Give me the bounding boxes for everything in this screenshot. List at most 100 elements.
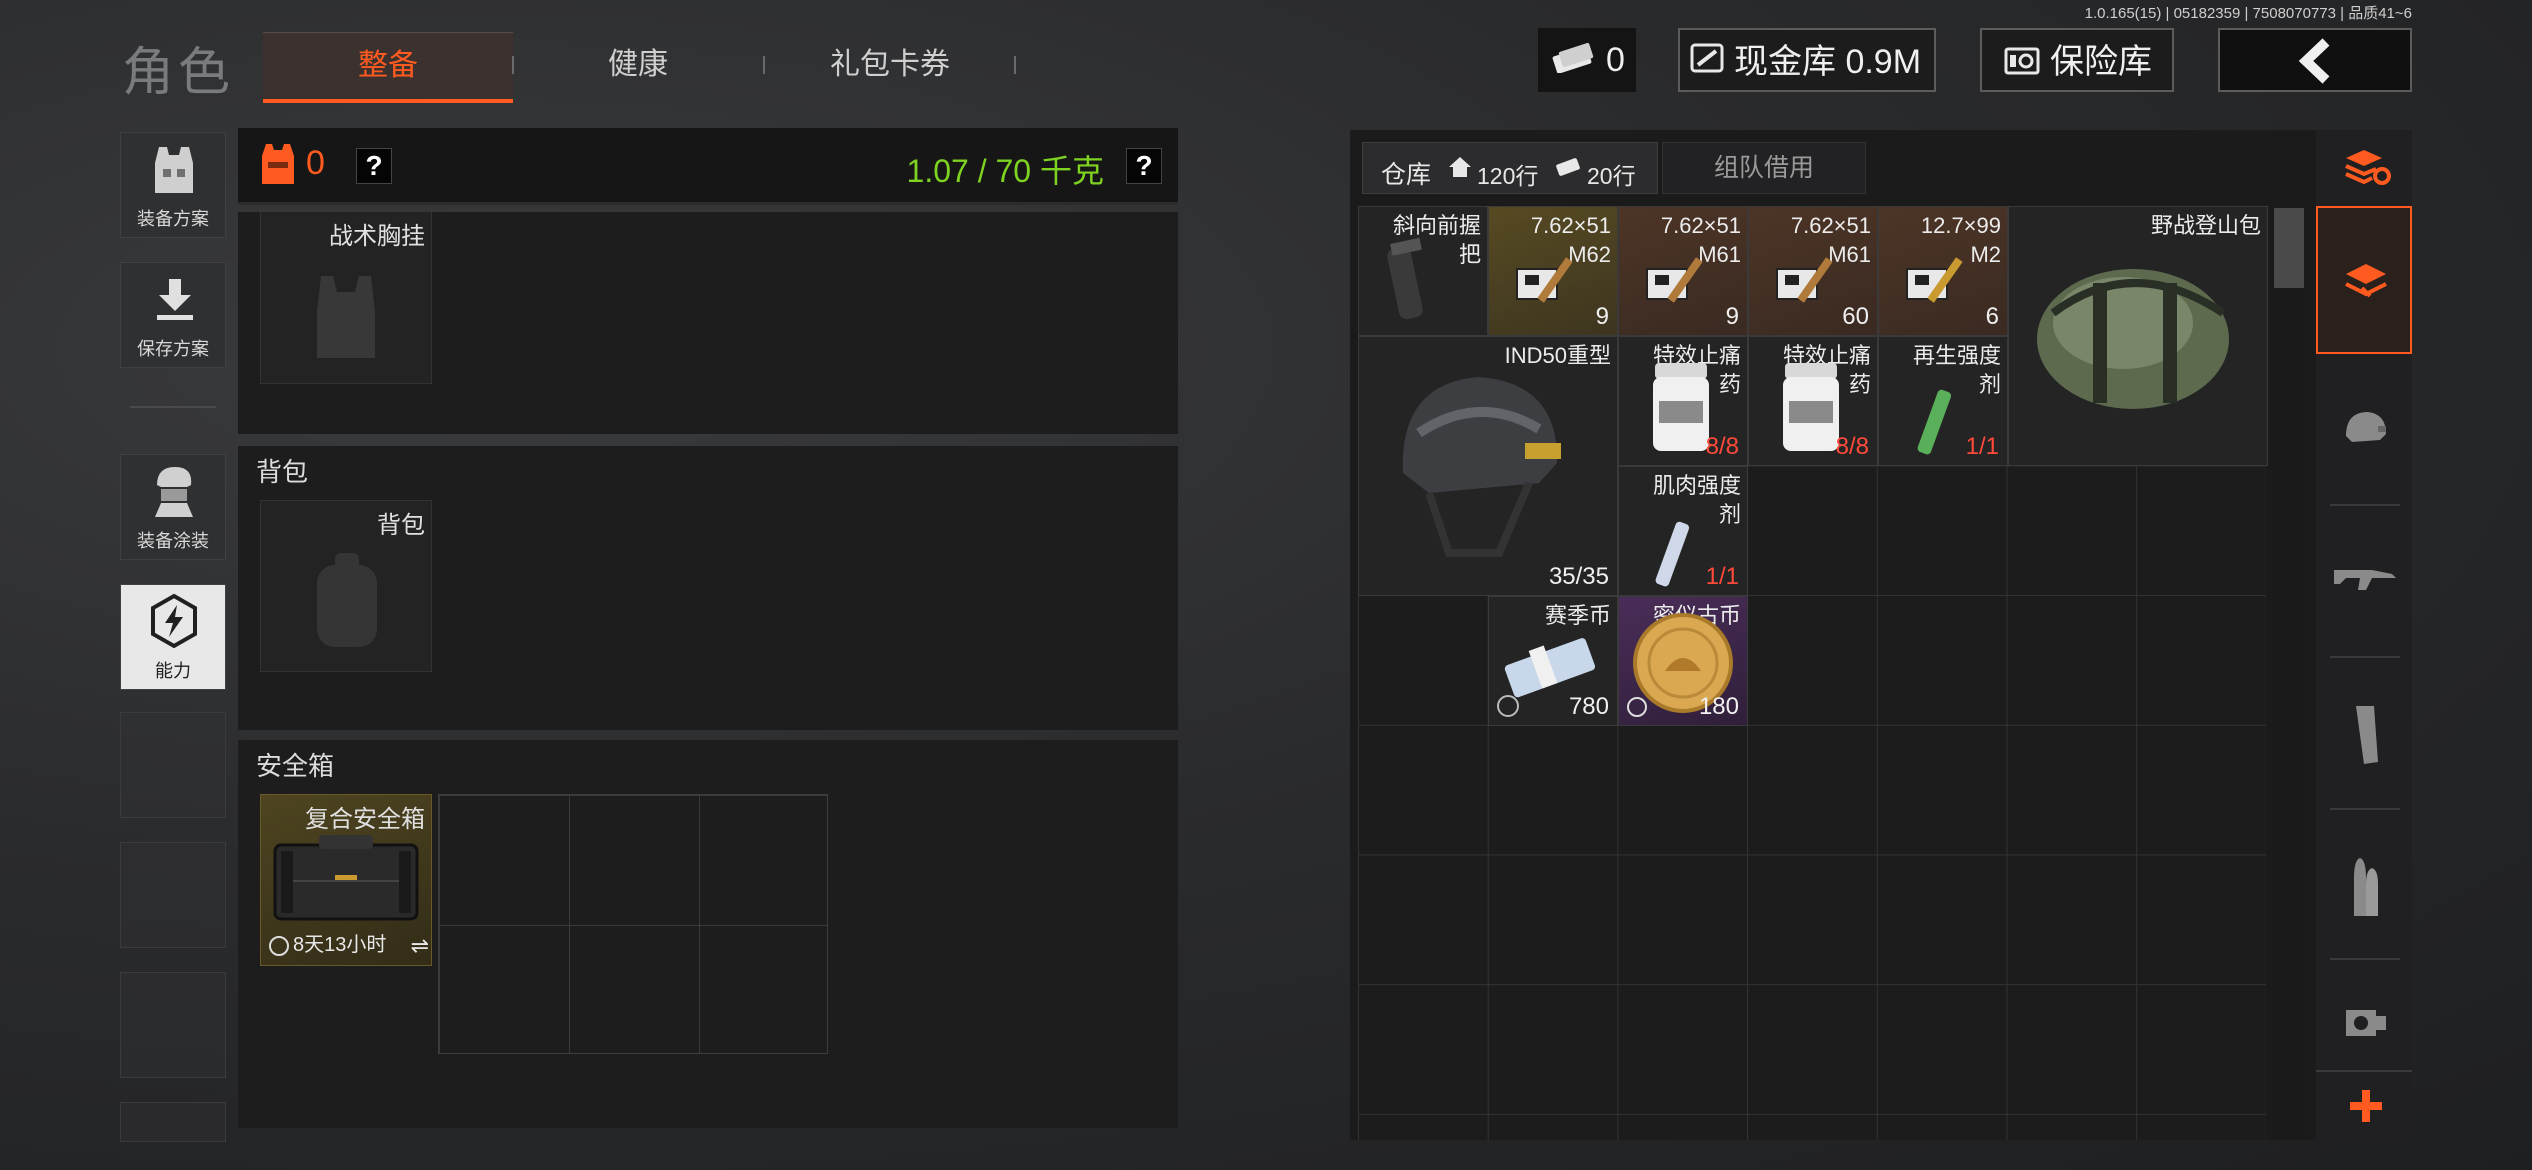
backpack-section-title: 背包 <box>256 457 309 487</box>
rifle-icon <box>2332 560 2398 605</box>
shield-icon <box>1497 695 1519 717</box>
empty-menu-slot <box>120 972 226 1078</box>
item-painkiller[interactable]: 特效止痛 药 8/8 <box>1748 336 1878 466</box>
item-count: 8/8 <box>1705 433 1739 460</box>
tab-equipment[interactable]: 整备 <box>263 32 513 103</box>
category-attachment[interactable] <box>2316 960 2412 1070</box>
ammo-box-image <box>1901 251 1973 312</box>
download-icon <box>155 277 195 326</box>
sort-refresh-button[interactable] <box>2316 130 2412 204</box>
item-ind50-helmet[interactable]: IND50重型 35/35 <box>1358 336 1618 596</box>
item-ammo-762-m61[interactable]: 7.62×51 M61 9 <box>1618 206 1748 336</box>
chest-rig-slot[interactable]: 战术胸挂 <box>260 212 432 384</box>
item-count: 9 <box>1725 303 1739 330</box>
chest-rig-label: 战术胸挂 <box>329 223 425 250</box>
stash-tab-label: 仓库 <box>1381 161 1432 189</box>
helmet-image <box>1389 363 1569 568</box>
save-plan-button[interactable]: 保存方案 <box>120 262 226 368</box>
all-items-icon <box>2342 258 2390 311</box>
menu-divider <box>130 406 216 408</box>
safebox-timer-text: 8天13小时 <box>293 934 387 956</box>
cash-vault-button[interactable]: 现金库 0.9M <box>1678 28 1936 92</box>
ability-button[interactable]: 能力 <box>120 584 226 690</box>
safebox-section-title: 安全箱 <box>256 751 335 781</box>
syringe-image <box>1909 383 1959 465</box>
chevron-left-icon <box>2296 38 2336 105</box>
page-title: 角色 <box>122 44 235 102</box>
grip-image <box>1373 237 1443 332</box>
stash-scroll-thumb[interactable] <box>2274 208 2304 288</box>
team-borrow-tab[interactable]: 组队借用 <box>1662 142 1866 194</box>
item-count: 6 <box>1985 303 1999 330</box>
item-ammo-762-m62[interactable]: 7.62×51 M62 9 <box>1488 206 1618 336</box>
item-muscle-injector[interactable]: 肌肉强度 剂 1/1 <box>1618 466 1748 596</box>
ability-icon <box>149 593 199 654</box>
tab-health[interactable]: 健康 <box>513 32 763 98</box>
stash-columns: 20行 <box>1587 163 1636 189</box>
back-button[interactable] <box>2218 28 2412 92</box>
ticket-icon <box>1555 157 1581 182</box>
empty-menu-slot <box>120 1102 226 1142</box>
category-helmet[interactable] <box>2316 356 2412 506</box>
item-ammo-127-m2[interactable]: 12.7×99 M2 6 <box>1878 206 2008 336</box>
item-count: 60 <box>1842 303 1869 330</box>
backpack-placeholder-icon <box>307 551 387 656</box>
vest-icon <box>151 143 197 200</box>
currency-count: 0 <box>1606 41 1625 79</box>
safebox-slot[interactable]: 复合安全箱 8天13小时 ⇌ <box>260 794 432 966</box>
helmet-icon <box>2342 406 2390 459</box>
clock-icon <box>1627 697 1647 717</box>
soldier-icon <box>151 463 197 524</box>
safe-icon <box>2004 32 2040 96</box>
armor-count: 0 <box>306 144 325 182</box>
sight-icon <box>2342 1000 2390 1049</box>
item-count: 780 <box>1568 693 1609 720</box>
stash-tab[interactable]: 仓库 120行 20行 <box>1362 142 1658 194</box>
pill-bottle-image <box>1781 359 1841 460</box>
empty-menu-slot <box>120 712 226 818</box>
backpack-slot[interactable]: 背包 <box>260 500 432 672</box>
syringe-image <box>1647 515 1697 595</box>
add-category-button[interactable] <box>2316 1070 2412 1140</box>
loadout-plans-button[interactable]: 装备方案 <box>120 132 226 238</box>
item-ammo-762-m61[interactable]: 7.62×51 M61 60 <box>1748 206 1878 336</box>
version-info: 1.0.165(15) | 05182359 | 7508070773 | 品质… <box>2084 5 2412 22</box>
item-name: 野战登山包 <box>2150 213 2261 238</box>
category-weapon[interactable] <box>2316 506 2412 656</box>
item-season-coin[interactable]: 赛季币 780 <box>1488 596 1618 726</box>
ammo-box-image <box>1641 251 1713 312</box>
item-angled-grip[interactable]: 斜向前握 把 <box>1358 206 1488 336</box>
stash-scrollbar[interactable] <box>2272 206 2306 1140</box>
tab-divider <box>1014 56 1016 74</box>
clock-icon <box>269 935 289 956</box>
ability-label: 能力 <box>155 661 191 681</box>
category-ammo[interactable] <box>2316 810 2412 960</box>
safebox-name: 复合安全箱 <box>305 806 425 833</box>
home-icon <box>1447 155 1473 184</box>
currency-display[interactable]: 0 <box>1538 28 1636 92</box>
loadout-header: 0 ? 1.07 / 70 千克 ? <box>238 128 1178 205</box>
equipment-skin-button[interactable]: 装备涂装 <box>120 454 226 560</box>
insurance-vault-label: 保险库 <box>2050 43 2152 81</box>
item-regen-injector[interactable]: 再生强度 剂 1/1 <box>1878 336 2008 466</box>
loadout-plans-label: 装备方案 <box>137 209 209 229</box>
equipment-skin-label: 装备涂装 <box>137 531 209 551</box>
insurance-vault-button[interactable]: 保险库 <box>1980 28 2174 92</box>
item-count: 8/8 <box>1835 433 1869 460</box>
save-plan-label: 保存方案 <box>137 339 209 359</box>
item-count: 180 <box>1698 693 1739 720</box>
swap-icon[interactable]: ⇌ <box>411 933 429 959</box>
category-magazine[interactable] <box>2316 658 2412 808</box>
weight-help-button[interactable]: ? <box>1126 148 1162 184</box>
item-ritual-coin[interactable]: 密仪古币 180 <box>1618 596 1748 726</box>
layers-refresh-icon <box>2342 144 2392 193</box>
tab-gift-coupons[interactable]: 礼包卡券 <box>765 32 1015 98</box>
ammo-box-image <box>1511 251 1583 312</box>
weight-display: 1.07 / 70 千克 <box>906 153 1104 189</box>
help-button[interactable]: ? <box>356 148 392 184</box>
safebox-grid[interactable] <box>438 794 828 1054</box>
item-painkiller[interactable]: 特效止痛 药 8/8 <box>1618 336 1748 466</box>
plus-icon <box>2348 1088 2384 1129</box>
item-field-backpack[interactable]: 野战登山包 <box>2008 206 2268 466</box>
category-all[interactable] <box>2316 206 2412 354</box>
